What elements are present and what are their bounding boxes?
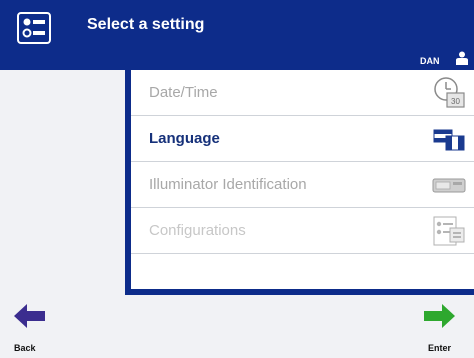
settings-menu-panel: Date/Time 30 Language Illuminator Identi [131, 70, 474, 289]
enter-arrow-icon[interactable] [423, 302, 455, 330]
back-button-label[interactable]: Back [14, 343, 36, 353]
illuminator-device-icon [432, 178, 466, 193]
menu-item-language[interactable]: Language [131, 116, 474, 162]
enter-button-label[interactable]: Enter [428, 343, 451, 353]
menu-item-label: Date/Time [149, 84, 218, 101]
configuration-list-icon [433, 216, 465, 246]
back-arrow-icon[interactable] [14, 302, 46, 330]
menu-item-label: Language [149, 130, 220, 147]
menu-item-label: Illuminator Identification [149, 176, 307, 193]
page-title: Select a setting [87, 16, 205, 33]
menu-item-configurations[interactable]: Configurations [131, 208, 474, 254]
settings-list-icon [17, 12, 51, 44]
menu-item-date-time[interactable]: Date/Time 30 [131, 70, 474, 116]
menu-item-label: Configurations [149, 222, 246, 239]
clock-calendar-icon: 30 [434, 77, 465, 108]
language-flags-icon [433, 129, 465, 151]
menu-item-illuminator-identification[interactable]: Illuminator Identification [131, 162, 474, 208]
user-icon [456, 51, 468, 65]
user-name: DAN [420, 56, 440, 66]
svg-text:30: 30 [451, 97, 460, 106]
header-bar: Select a setting DAN [0, 0, 474, 70]
settings-menu: Date/Time 30 Language Illuminator Identi [125, 70, 474, 295]
